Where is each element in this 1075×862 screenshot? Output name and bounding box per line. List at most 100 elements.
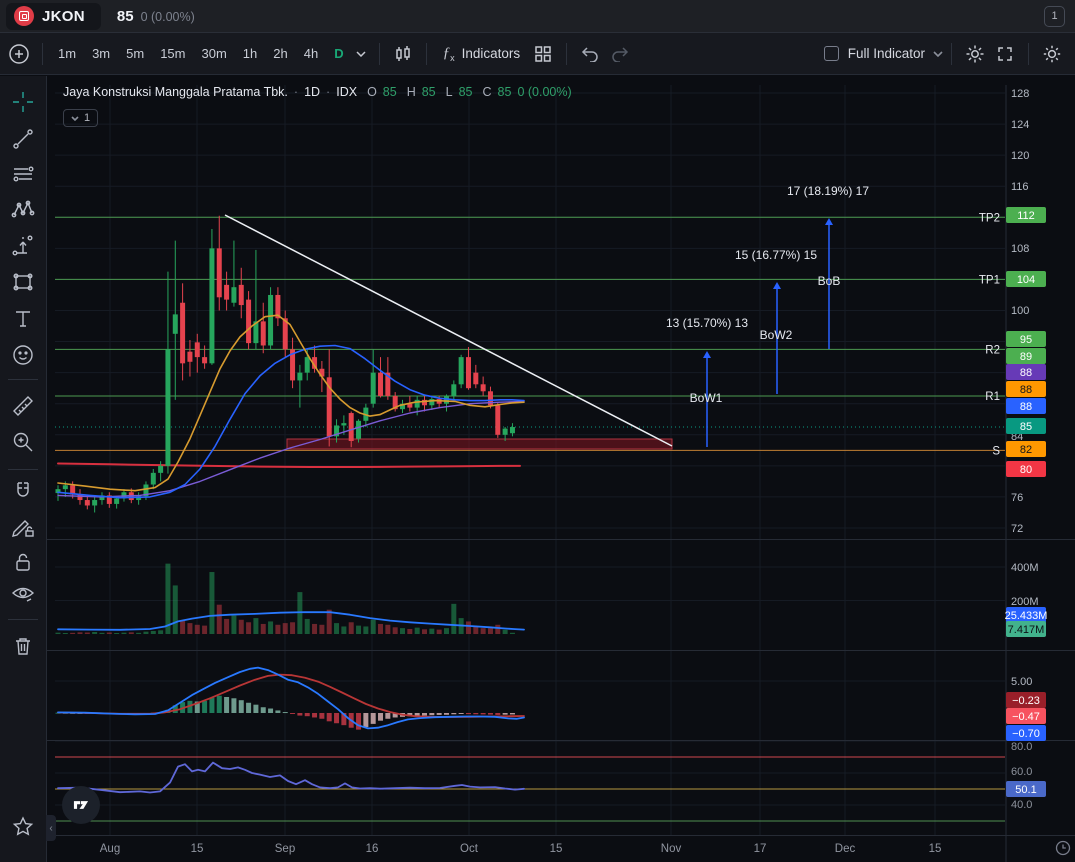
full-indicator-checkbox[interactable] bbox=[823, 46, 839, 61]
magnet-icon[interactable] bbox=[9, 478, 37, 506]
object-tree-toggle[interactable]: 1 bbox=[63, 109, 99, 127]
volume-bar bbox=[238, 619, 244, 634]
volume-bar bbox=[363, 626, 369, 634]
volume-bar bbox=[194, 624, 200, 634]
annotation-label: BoW2 bbox=[760, 328, 793, 342]
candle-body bbox=[158, 465, 164, 473]
volume-bar bbox=[319, 624, 325, 634]
volume-bar bbox=[253, 618, 259, 634]
timeframe-4h[interactable]: 4h bbox=[297, 42, 325, 65]
macd-histogram-bar bbox=[246, 702, 252, 713]
timeframe-15m[interactable]: 15m bbox=[153, 42, 192, 65]
volume-bar bbox=[158, 630, 164, 634]
tradingview-logo[interactable] bbox=[62, 786, 100, 824]
volume-bar bbox=[84, 632, 90, 634]
full-indicator-chevron-icon[interactable] bbox=[933, 50, 943, 57]
interval-chevron-icon[interactable] bbox=[351, 39, 371, 69]
chart-canvas[interactable]: 13 (15.70%) 13 BoW1 15 (16.77%) 15 BoW2 17 (… bbox=[47, 75, 1075, 862]
volume-bar bbox=[77, 632, 83, 634]
candle-body bbox=[356, 420, 362, 439]
timeframe-1m[interactable]: 1m bbox=[51, 42, 83, 65]
candle-body bbox=[209, 248, 215, 364]
indicators-button[interactable]: ƒx Indicators bbox=[435, 41, 529, 67]
timeframe-2h[interactable]: 2h bbox=[266, 42, 294, 65]
symbol-search-button[interactable]: JKON bbox=[6, 2, 101, 30]
annotation-label: BoW1 bbox=[690, 391, 723, 405]
timeframe-30m[interactable]: 30m bbox=[194, 42, 233, 65]
chart-type-candles-icon[interactable] bbox=[388, 39, 418, 69]
add-symbol-icon[interactable] bbox=[4, 39, 34, 69]
chart-area[interactable]: 13 (15.70%) 13 BoW1 15 (16.77%) 15 BoW2 17 (… bbox=[46, 75, 1075, 862]
emoji-icon[interactable] bbox=[9, 341, 37, 369]
level-label-s: S bbox=[992, 445, 1000, 457]
toolbar-divider bbox=[566, 42, 568, 65]
macd-badge: −0.23 bbox=[1012, 695, 1040, 707]
time-axis-label: Oct bbox=[460, 843, 479, 855]
candle-body bbox=[297, 372, 303, 381]
arrowhead-bow1 bbox=[703, 351, 711, 358]
chart-title[interactable]: Jaya Konstruksi Manggala Pratama Tbk. bbox=[63, 85, 288, 99]
timeframe-1h[interactable]: 1h bbox=[236, 42, 264, 65]
toolbar-divider bbox=[425, 42, 427, 65]
timeframe-3m[interactable]: 3m bbox=[85, 42, 117, 65]
volume-bar bbox=[268, 621, 274, 634]
toolbar-divider bbox=[951, 42, 952, 65]
full-indicator-label[interactable]: Full Indicator bbox=[848, 46, 925, 61]
candle-body bbox=[348, 413, 354, 442]
long-position-icon[interactable] bbox=[9, 232, 37, 260]
macd-histogram-bar bbox=[231, 698, 237, 713]
volume-axis-label: 200M bbox=[1011, 596, 1039, 608]
trash-icon[interactable] bbox=[9, 632, 37, 660]
volume-bar bbox=[407, 628, 413, 634]
star-icon[interactable] bbox=[9, 813, 37, 841]
grid-layout-icon[interactable] bbox=[528, 39, 558, 69]
rectangle-icon[interactable] bbox=[9, 268, 37, 296]
candle-body bbox=[187, 351, 193, 362]
macd-histogram-bar bbox=[473, 713, 479, 715]
volume-bar bbox=[209, 572, 215, 634]
price-group: 85 0 (0.00%) bbox=[117, 8, 195, 25]
horizontal-lines-icon[interactable] bbox=[9, 160, 37, 188]
draw-unlock-icon[interactable] bbox=[9, 513, 37, 541]
hide-drawings-icon[interactable] bbox=[9, 580, 37, 608]
timeframe-5m[interactable]: 5m bbox=[119, 42, 151, 65]
volume-bar bbox=[275, 624, 281, 634]
layout-select-button[interactable]: 1 bbox=[1044, 5, 1065, 27]
sidebar-divider bbox=[8, 619, 38, 620]
low-value: 85 bbox=[458, 85, 473, 99]
sidebar-collapse-handle[interactable]: ‹ bbox=[46, 815, 56, 841]
lock-icon[interactable] bbox=[9, 548, 37, 576]
macd-histogram-bar bbox=[363, 713, 369, 728]
candle-body bbox=[202, 357, 208, 364]
candle-body bbox=[150, 472, 156, 485]
volume-badge: 7.417M bbox=[1008, 624, 1045, 636]
xabcd-pattern-icon[interactable] bbox=[9, 196, 37, 224]
volume-bar bbox=[224, 618, 230, 634]
volume-bar bbox=[370, 619, 376, 634]
trend-line-icon[interactable] bbox=[9, 125, 37, 153]
price-axis-label: 120 bbox=[1011, 150, 1029, 162]
symbol-name: JKON bbox=[42, 7, 85, 25]
timeframe-D-active[interactable]: D bbox=[327, 42, 350, 65]
volume-bar bbox=[246, 622, 252, 634]
fullscreen-icon[interactable] bbox=[990, 39, 1020, 69]
chart-interval[interactable]: 1D bbox=[304, 85, 320, 99]
settings-gear-icon[interactable] bbox=[960, 39, 990, 69]
candle-body bbox=[62, 485, 68, 490]
price-badge-88: 88 bbox=[1020, 401, 1032, 413]
ruler-icon[interactable] bbox=[9, 392, 37, 420]
macd-line bbox=[57, 666, 525, 730]
crosshair-icon[interactable] bbox=[9, 88, 37, 116]
time-axis-label: 15 bbox=[550, 843, 563, 855]
volume-bar bbox=[348, 622, 354, 634]
brightness-icon[interactable] bbox=[1037, 39, 1067, 69]
undo-icon[interactable] bbox=[575, 39, 605, 69]
zoom-in-icon[interactable] bbox=[9, 428, 37, 456]
time-axis-settings-icon[interactable] bbox=[1055, 840, 1071, 856]
indicators-label: Indicators bbox=[461, 46, 521, 61]
candle-body bbox=[304, 357, 310, 373]
text-tool-icon[interactable] bbox=[9, 305, 37, 333]
redo-icon[interactable] bbox=[605, 39, 635, 69]
macd-histogram-bar bbox=[326, 713, 332, 722]
volume-bar bbox=[487, 628, 493, 634]
